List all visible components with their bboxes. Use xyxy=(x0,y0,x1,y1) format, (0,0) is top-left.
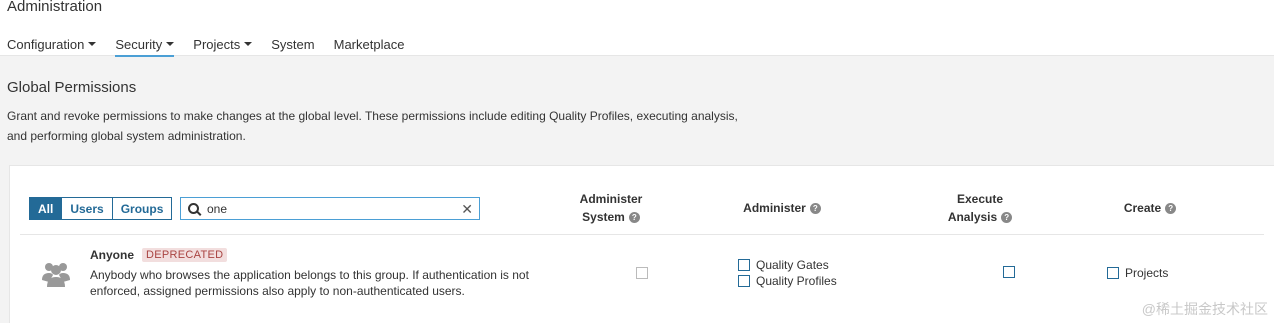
nav-configuration[interactable]: Configuration xyxy=(7,34,97,54)
help-icon[interactable]: ? xyxy=(1001,212,1013,224)
section-description-line: Grant and revoke permissions to make cha… xyxy=(7,109,738,123)
checkbox-icon xyxy=(738,259,750,271)
nav-configuration-label: Configuration xyxy=(7,36,85,52)
nav-system[interactable]: System xyxy=(271,34,314,54)
chevron-down-icon xyxy=(88,42,97,46)
column-execute-analysis: Execute Analysis? xyxy=(930,190,1030,226)
filter-button-group: All Users Groups xyxy=(29,197,173,220)
section-title: Global Permissions xyxy=(7,79,137,96)
group-name: Anyone xyxy=(90,248,135,262)
column-label: Administer xyxy=(743,201,806,215)
nav-marketplace[interactable]: Marketplace xyxy=(334,34,405,54)
row-description: Anybody who browses the application belo… xyxy=(90,268,529,298)
row-name: Anyone DEPRECATED xyxy=(90,248,228,262)
help-icon[interactable]: ? xyxy=(628,212,640,224)
chevron-down-icon xyxy=(166,42,175,46)
filter-groups-button[interactable]: Groups xyxy=(112,197,173,220)
nav-projects[interactable]: Projects xyxy=(193,34,253,54)
header-divider xyxy=(20,234,1264,235)
execute-analysis-checkbox[interactable] xyxy=(1003,266,1015,278)
search-input[interactable] xyxy=(207,201,457,216)
nav-projects-label: Projects xyxy=(193,36,241,52)
watermark: @稀土掘金技术社区 xyxy=(1141,301,1268,317)
column-label: Execute xyxy=(956,192,1004,206)
group-icon xyxy=(42,263,70,287)
checkbox-icon xyxy=(1107,267,1119,279)
filter-all-button[interactable]: All xyxy=(29,197,63,220)
search-box: ✕ xyxy=(180,197,480,220)
deprecated-badge: DEPRECATED xyxy=(142,248,228,262)
create-projects-checkbox[interactable]: Projects xyxy=(1107,266,1168,280)
quality-profiles-checkbox[interactable]: Quality Profiles xyxy=(738,274,837,288)
column-administer-system: Administer System? xyxy=(565,190,657,226)
column-label: Create xyxy=(1123,201,1162,215)
top-bar: Administration Configuration Security Pr… xyxy=(0,0,1274,57)
projects-label: Projects xyxy=(1125,266,1169,280)
checkbox-icon xyxy=(636,267,648,279)
nav-marketplace-label: Marketplace xyxy=(333,36,405,52)
filter-users-button[interactable]: Users xyxy=(62,197,113,220)
quality-gates-checkbox[interactable]: Quality Gates xyxy=(738,258,829,272)
chevron-down-icon xyxy=(244,42,253,46)
column-label: Analysis xyxy=(947,210,998,224)
page-title: Administration xyxy=(7,0,103,15)
help-icon[interactable]: ? xyxy=(1165,203,1177,215)
help-icon[interactable]: ? xyxy=(809,203,821,215)
checkbox-icon xyxy=(1003,266,1015,278)
administer-system-checkbox[interactable] xyxy=(636,267,648,279)
column-create: Create? xyxy=(1110,199,1190,217)
admin-nav: Configuration Security Projects System M… xyxy=(7,34,423,57)
section-description-line: and performing global system administrat… xyxy=(7,129,246,143)
column-label: Administer xyxy=(579,192,643,206)
nav-security-label: Security xyxy=(115,36,163,52)
close-icon[interactable]: ✕ xyxy=(461,201,473,218)
search-icon xyxy=(188,203,199,214)
column-label: System xyxy=(582,210,625,224)
quality-profiles-label: Quality Profiles xyxy=(756,274,837,288)
nav-system-label: System xyxy=(271,36,315,52)
quality-gates-label: Quality Gates xyxy=(756,258,829,272)
checkbox-icon xyxy=(738,275,750,287)
nav-security[interactable]: Security xyxy=(115,34,175,57)
section-description: Grant and revoke permissions to make cha… xyxy=(7,106,827,146)
column-administer: Administer? xyxy=(732,199,832,217)
permissions-card: All Users Groups ✕ Administer System? Ad… xyxy=(9,165,1274,323)
